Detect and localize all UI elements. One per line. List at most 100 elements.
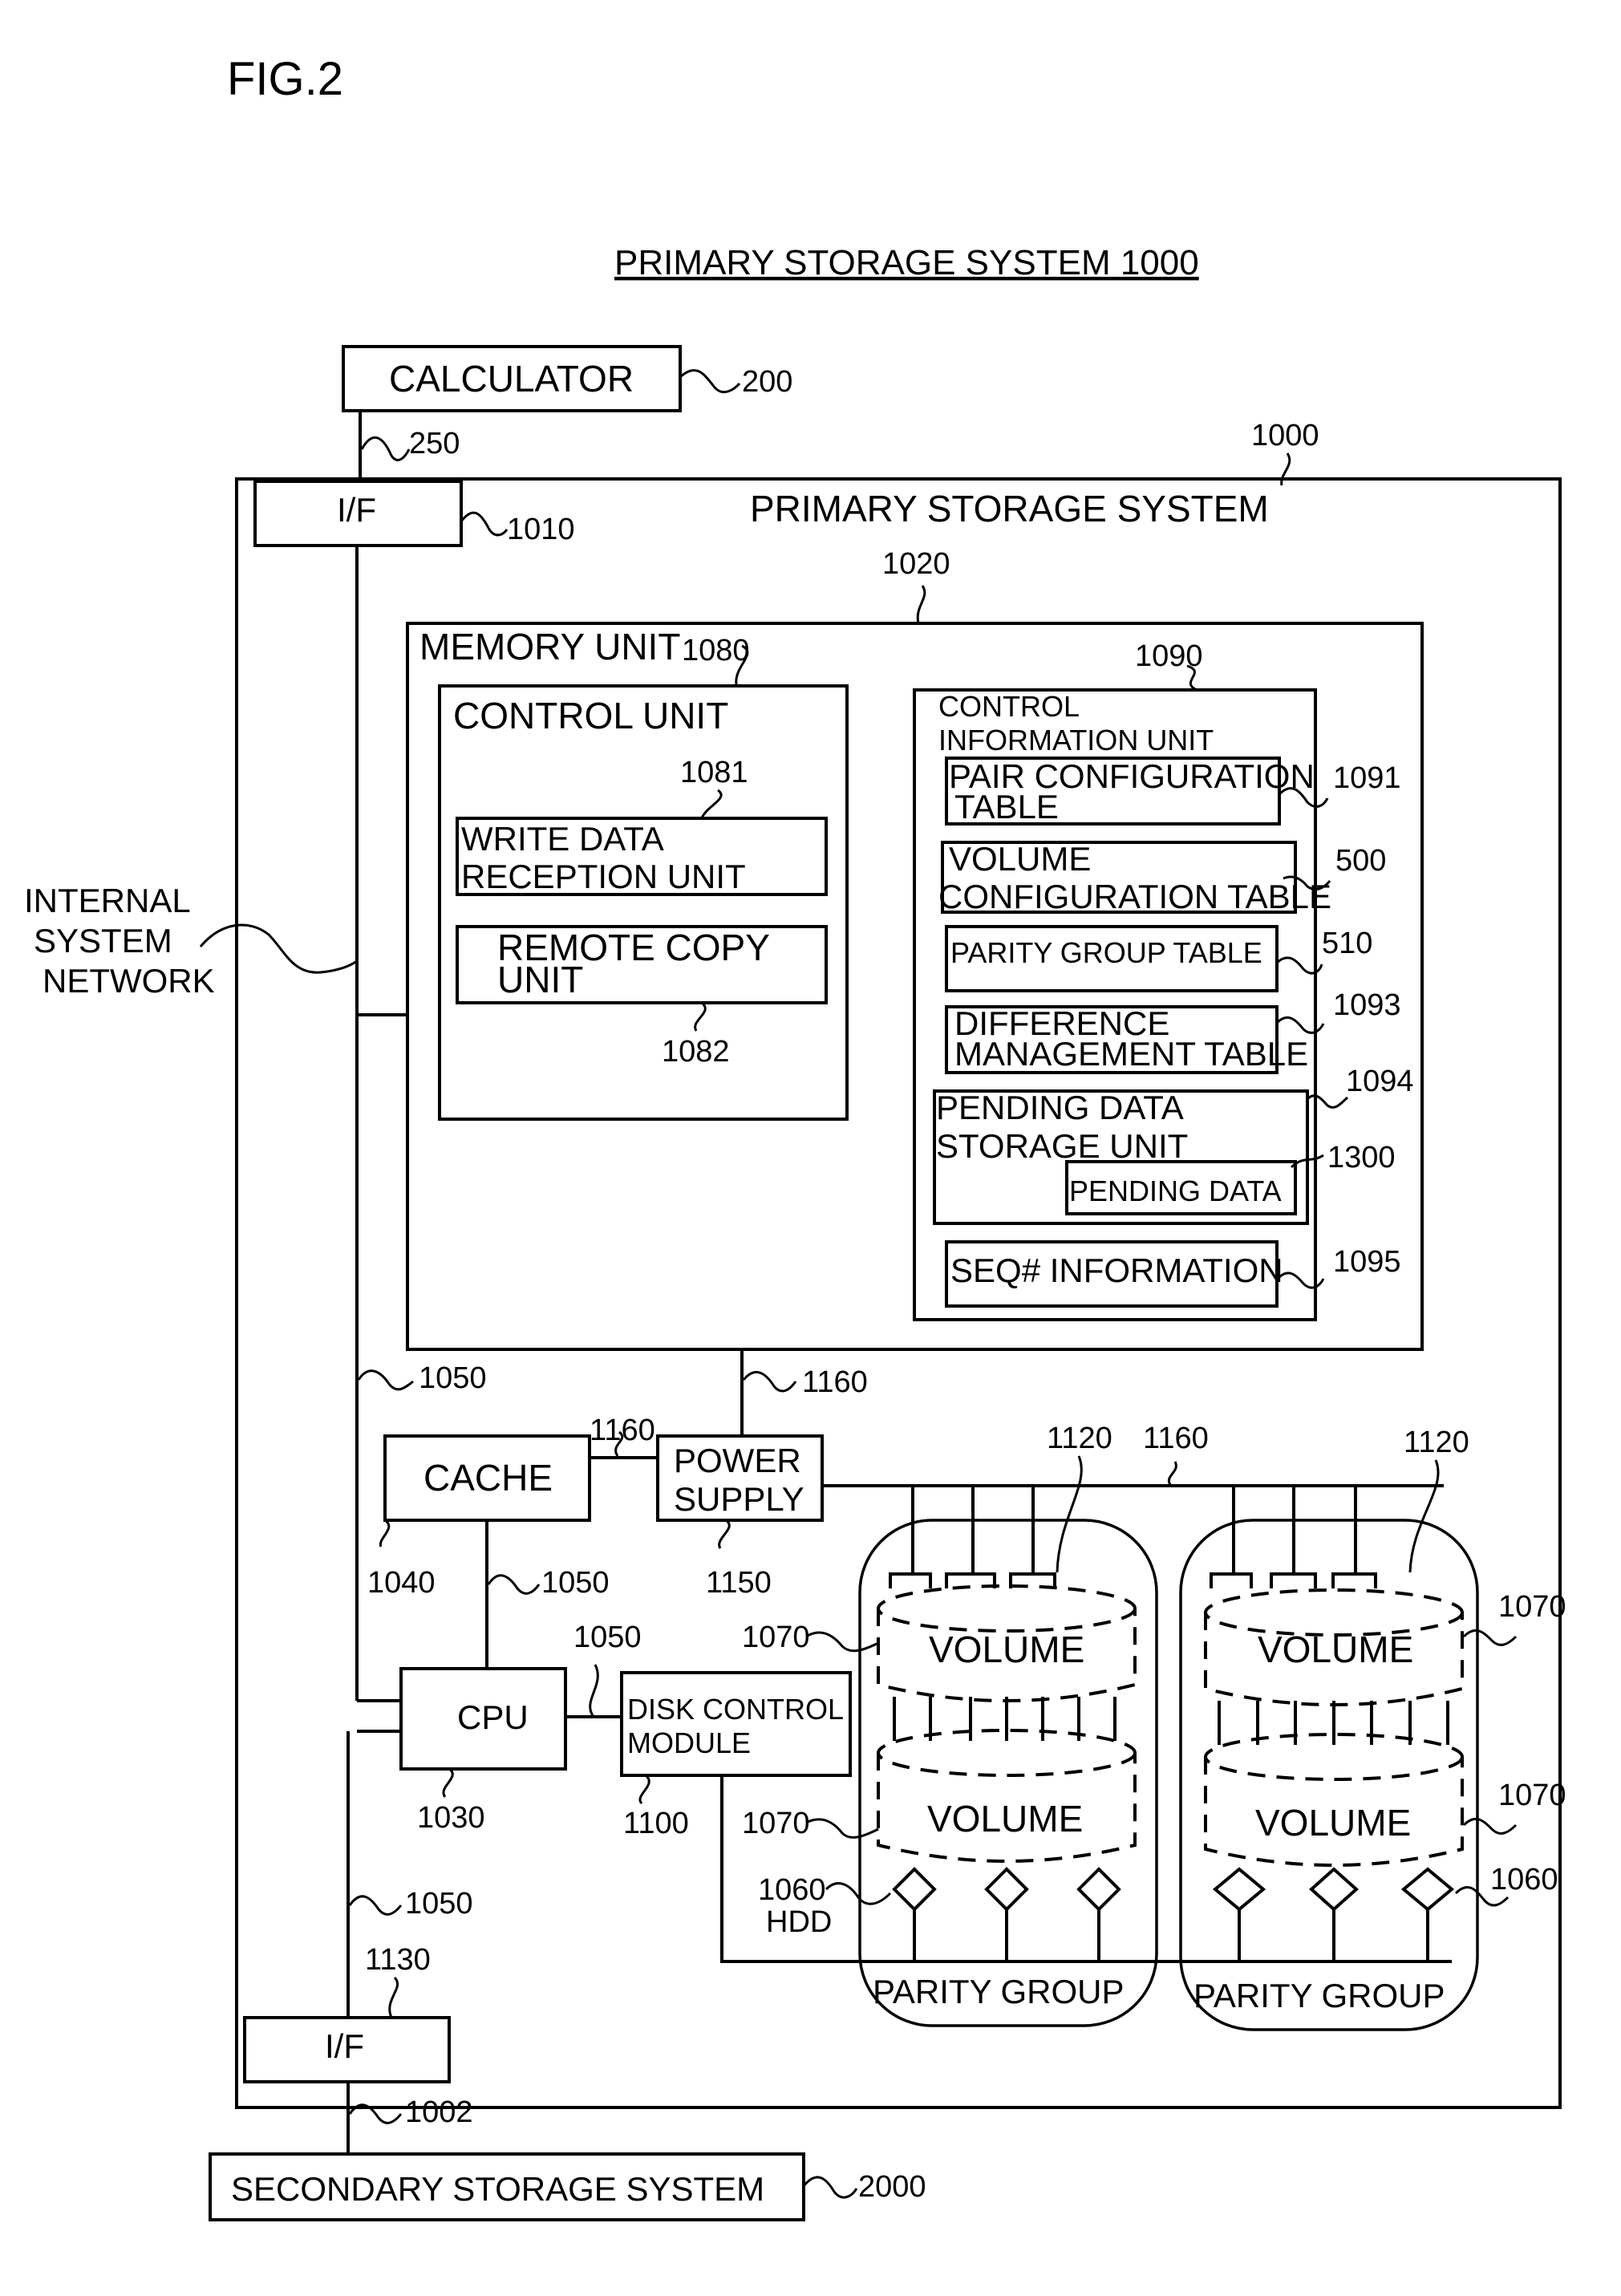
ref-2000: 2000 xyxy=(858,2170,926,2204)
remote-copy-line2: UNIT xyxy=(497,959,583,1000)
leader-1130 xyxy=(388,1976,399,2018)
pg2-ref-1060: 1060 xyxy=(1490,1863,1558,1896)
ref-1030: 1030 xyxy=(417,1801,485,1835)
pg2-ref-1120: 1120 xyxy=(1404,1426,1469,1459)
leader-1070-c xyxy=(1462,1629,1518,1646)
ref-1080: 1080 xyxy=(682,634,750,667)
pg1-ref-1070-top: 1070 xyxy=(742,1621,810,1654)
pending-storage-line2: STORAGE UNIT xyxy=(936,1127,1188,1165)
leader-1040 xyxy=(379,1519,391,1548)
leader-2000 xyxy=(802,2176,858,2199)
feed-cap xyxy=(1331,1572,1377,1588)
leader-1070-b xyxy=(805,1818,879,1839)
network-label-line3: NETWORK xyxy=(43,962,215,1000)
network-label-line1: INTERNAL xyxy=(24,882,191,919)
leader-internal-network xyxy=(199,923,358,974)
leader-1081 xyxy=(700,789,723,819)
storage-system-diagram: FIG.2 PRIMARY STORAGE SYSTEM 1000 CALCUL… xyxy=(24,53,1566,2221)
leader-1150 xyxy=(718,1519,731,1549)
primary-storage-frame xyxy=(235,477,1562,2109)
ref-1050-b: 1050 xyxy=(541,1566,610,1600)
leader-1020 xyxy=(916,585,926,624)
pg2-ref-1070-top: 1070 xyxy=(1498,1590,1566,1624)
seq-info-label: SEQ# INFORMATION xyxy=(950,1251,1283,1289)
leader-1050-b xyxy=(487,1574,541,1595)
ref-1100: 1100 xyxy=(623,1807,689,1840)
pg2-label: PARITY GROUP xyxy=(1193,1977,1445,2014)
ref-500: 500 xyxy=(1335,844,1386,878)
network-label-line2: SYSTEM xyxy=(34,922,172,959)
hdd-icon xyxy=(984,1867,1029,1961)
leader-1070-d xyxy=(1462,1817,1518,1835)
feed-cap xyxy=(1210,1572,1253,1588)
hdd-icon xyxy=(1308,1867,1360,1961)
parity-group-2: VOLUME VOLUME PARITY GROUP 1120 1070 107… xyxy=(1179,1426,1566,2031)
leader-1060-a xyxy=(825,1882,892,1905)
write-data-line1: WRITE DATA xyxy=(461,820,664,858)
ref-1091: 1091 xyxy=(1333,761,1401,795)
control-info-line2: INFORMATION UNIT xyxy=(938,724,1214,757)
pg1-ref-1120: 1120 xyxy=(1047,1422,1112,1455)
pg1-label: PARITY GROUP xyxy=(873,1973,1125,2010)
leader-250 xyxy=(360,436,411,461)
feed-cap xyxy=(1270,1572,1317,1588)
ref-1130: 1130 xyxy=(365,1943,431,1977)
ref-1010: 1010 xyxy=(507,513,575,546)
figure-label: FIG.2 xyxy=(227,53,343,105)
if-top-label: I/F xyxy=(337,491,376,529)
leader-1082 xyxy=(694,1001,707,1032)
ref-1160-a: 1160 xyxy=(802,1365,868,1399)
primary-storage-label: PRIMARY STORAGE SYSTEM xyxy=(750,488,1269,529)
ref-1050-a: 1050 xyxy=(419,1361,487,1395)
leader-1050-a xyxy=(357,1369,414,1391)
pg1-volume-bottom-label: VOLUME xyxy=(927,1798,1083,1840)
secondary-storage-label: SECONDARY STORAGE SYSTEM xyxy=(231,2170,764,2208)
pg2-ref-1070-bottom: 1070 xyxy=(1498,1779,1566,1812)
parity-group-table-line1: PARITY GROUP TABLE xyxy=(950,936,1262,969)
hdd-icon xyxy=(892,1867,937,1961)
ref-1094: 1094 xyxy=(1346,1065,1414,1098)
ref-200: 200 xyxy=(742,365,792,399)
leader-1030 xyxy=(442,1767,454,1798)
power-supply-line1: POWER xyxy=(674,1442,801,1479)
pg1-volume-top-label: VOLUME xyxy=(929,1629,1084,1670)
pg1-ref-1060: 1060 xyxy=(758,1873,826,1907)
leader-1050-c xyxy=(589,1664,599,1718)
pg1-hdd-label: HDD xyxy=(766,1905,832,1939)
ref-1000: 1000 xyxy=(1251,419,1319,452)
memory-unit-label: MEMORY UNIT xyxy=(419,626,680,667)
ref-1040: 1040 xyxy=(367,1566,436,1600)
ref-1050-c: 1050 xyxy=(573,1621,642,1654)
leader-200 xyxy=(679,369,741,394)
ref-1160-b: 1160 xyxy=(590,1414,655,1447)
pending-storage-line1: PENDING DATA xyxy=(936,1089,1184,1126)
leader-1120-b xyxy=(1408,1459,1440,1573)
leader-1160-a xyxy=(742,1370,797,1393)
ref-1020: 1020 xyxy=(882,547,950,581)
leader-1160-c xyxy=(1168,1461,1177,1487)
ref-1050-d: 1050 xyxy=(405,1887,473,1921)
disk-control-line2: MODULE xyxy=(627,1726,751,1759)
pending-data-label: PENDING DATA xyxy=(1069,1174,1282,1207)
control-unit-label: CONTROL UNIT xyxy=(453,695,728,736)
leader-1050-d xyxy=(348,1895,403,1916)
volume-config-line2: CONFIGURATION TABLE xyxy=(938,878,1331,915)
control-info-line1: CONTROL xyxy=(938,690,1080,723)
ref-1081: 1081 xyxy=(680,756,748,789)
hdd-icon xyxy=(1212,1867,1266,1961)
control-unit-box xyxy=(438,684,849,1121)
write-data-line2: RECEPTION UNIT xyxy=(461,858,746,895)
feed-cap xyxy=(889,1572,932,1588)
calculator-label: CALCULATOR xyxy=(389,358,634,400)
ref-1095: 1095 xyxy=(1333,1245,1401,1279)
hdd-icon xyxy=(1076,1867,1121,1961)
volume-top-cap xyxy=(877,1584,1137,1633)
leader-1070-a xyxy=(805,1631,879,1653)
cpu-label: CPU xyxy=(457,1698,529,1736)
diagram-title: PRIMARY STORAGE SYSTEM 1000 xyxy=(614,243,1199,282)
ref-1300: 1300 xyxy=(1327,1141,1396,1174)
hdd-icon xyxy=(1400,1867,1455,1961)
ref-510: 510 xyxy=(1322,927,1372,960)
pg1-ref-1070-bottom: 1070 xyxy=(742,1807,810,1840)
leader-1100 xyxy=(638,1774,650,1805)
